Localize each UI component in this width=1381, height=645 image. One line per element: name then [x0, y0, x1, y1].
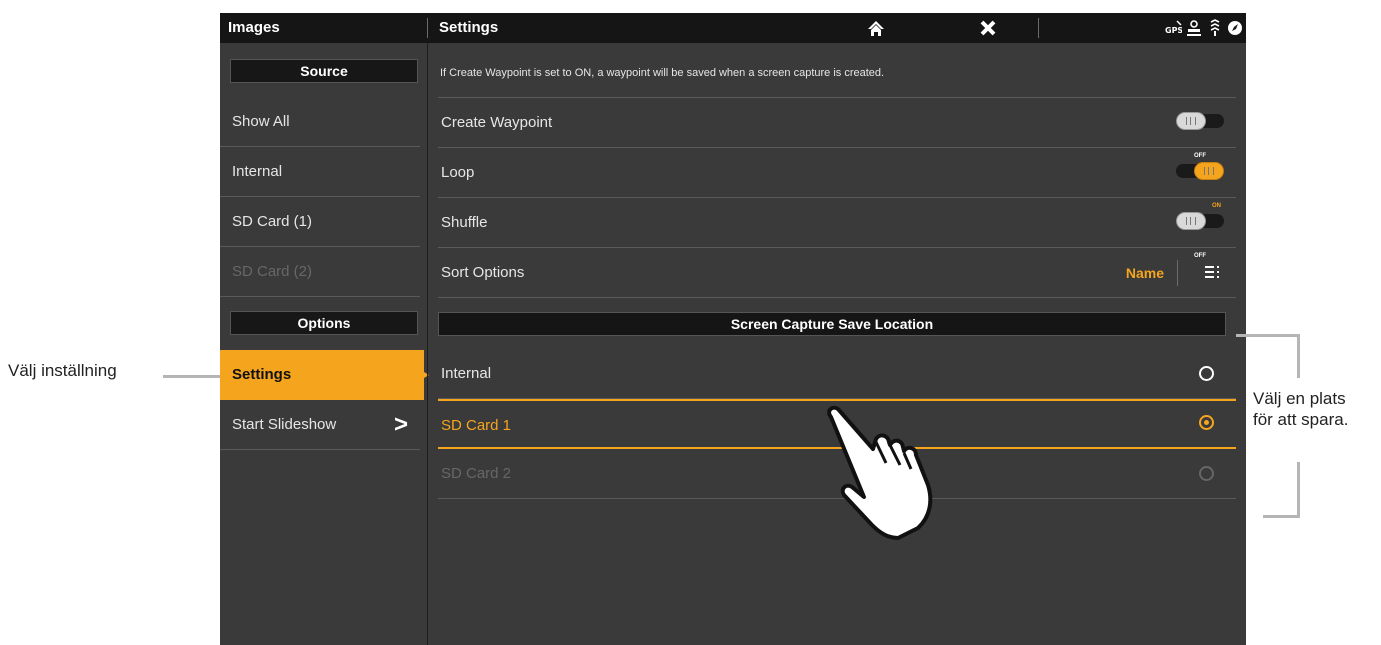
location-sd-card-2-label: SD Card 2: [441, 465, 512, 482]
callout-select-setting: Välj inställning: [8, 361, 117, 380]
settings-title: Settings: [439, 19, 499, 36]
images-title: Images: [228, 19, 280, 36]
shuffle-label: Shuffle: [441, 214, 488, 231]
location-sd-card-1-label: SD Card 1: [441, 417, 512, 434]
bracket-bottom: [1263, 515, 1300, 518]
shuffle-toggle[interactable]: OFF: [1176, 212, 1224, 259]
callout-left-line: [163, 375, 220, 378]
sidebar-item-show-all[interactable]: Show All: [220, 97, 420, 147]
sidebar-item-settings[interactable]: Settings: [220, 350, 420, 400]
location-internal-label: Internal: [441, 365, 492, 382]
radio-internal[interactable]: [1199, 366, 1214, 381]
callout-right-line2: för att spara.: [1253, 410, 1349, 429]
sort-divider: [1177, 260, 1178, 286]
sonar-icon[interactable]: [1208, 19, 1222, 37]
pointing-hand-icon: [827, 405, 933, 540]
svg-text:GPS: GPS: [1165, 26, 1182, 35]
bracket-top: [1236, 334, 1300, 337]
chevron-right-icon: >: [393, 411, 408, 438]
save-location-header: Screen Capture Save Location: [438, 312, 1226, 336]
close-icon[interactable]: [980, 20, 996, 36]
create-waypoint-row[interactable]: Create Waypoint OFF: [438, 98, 1236, 159]
sort-options-label: Sort Options: [441, 264, 525, 281]
device-screen: Images Settings GPS Source Show All Inte…: [220, 13, 1246, 645]
person-icon[interactable]: [1186, 19, 1202, 37]
callout-select-location: Välj en plats för att spara.: [1253, 388, 1348, 430]
top-bar: Images Settings GPS: [220, 13, 1246, 43]
create-waypoint-toggle[interactable]: OFF: [1176, 112, 1224, 159]
callout-right-line1: Välj en plats: [1253, 389, 1346, 408]
info-text: If Create Waypoint is set to ON, a waypo…: [440, 67, 885, 79]
compass-icon[interactable]: [1227, 20, 1243, 36]
loop-label: Loop: [441, 164, 475, 181]
radio-sd-card-1[interactable]: [1199, 415, 1214, 430]
sort-options-row[interactable]: Sort Options Name: [438, 248, 1236, 298]
bracket-top-vertical: [1297, 334, 1300, 378]
start-slideshow-label: Start Slideshow: [232, 416, 337, 433]
top-divider: [427, 18, 428, 38]
sort-menu-icon[interactable]: [1204, 264, 1220, 280]
sidebar-item-sd-card-2[interactable]: SD Card (2): [220, 247, 420, 297]
sidebar-item-sd-card-1[interactable]: SD Card (1): [220, 197, 420, 247]
location-internal-row[interactable]: Internal: [438, 349, 1236, 399]
gps-icon[interactable]: GPS: [1164, 19, 1182, 37]
selection-notch: [418, 350, 429, 400]
top-divider-2: [1038, 18, 1039, 38]
create-waypoint-label: Create Waypoint: [441, 114, 553, 131]
shuffle-row[interactable]: Shuffle OFF: [438, 198, 1236, 259]
bracket-bottom-vertical: [1297, 462, 1300, 518]
sidebar-item-start-slideshow[interactable]: Start Slideshow >: [220, 400, 420, 450]
radio-sd-card-2[interactable]: [1199, 466, 1214, 481]
loop-row[interactable]: Loop ON: [438, 148, 1236, 209]
settings-label: Settings: [232, 366, 292, 383]
source-header: Source: [230, 59, 418, 83]
sidebar-item-internal[interactable]: Internal: [220, 147, 420, 197]
panel-divider: [427, 43, 428, 645]
sort-value: Name: [1125, 265, 1164, 281]
home-icon[interactable]: [867, 20, 885, 37]
options-header: Options: [230, 311, 418, 335]
loop-toggle[interactable]: ON: [1176, 162, 1224, 209]
